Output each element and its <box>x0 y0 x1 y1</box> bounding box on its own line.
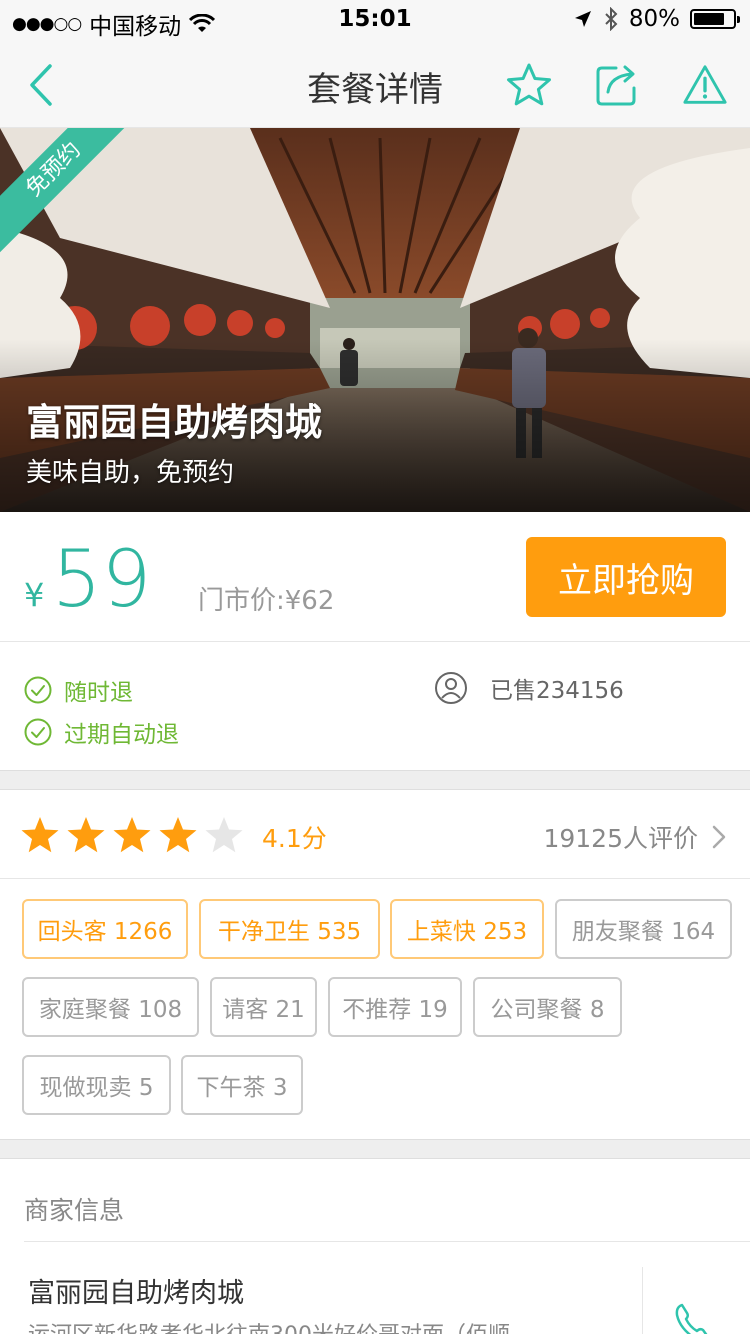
rating-row[interactable]: 4.1分 19125人评价 <box>0 791 750 879</box>
review-count-text: 19125人评价 <box>543 824 698 853</box>
report-button[interactable] <box>682 62 728 108</box>
status-bar: ●●●○○ 中国移动 15:01 80% <box>0 0 750 40</box>
hero-image: 免预约 富丽园自助烤肉城 美味自助，免预约 <box>0 128 750 512</box>
check-circle-icon <box>24 676 52 704</box>
call-button[interactable] <box>670 1301 714 1334</box>
rating-score: 4.1分 <box>262 824 327 853</box>
nav-bar: 套餐详情 <box>0 40 750 128</box>
star-filled-icon <box>21 817 59 853</box>
merchant-address[interactable]: 运河区新华路孝华北往南300米好价哥对面（佰顺 <box>28 1317 618 1334</box>
deal-price: 59 <box>52 535 152 625</box>
star-outline-icon <box>507 63 551 106</box>
deal-title: 富丽园自助烤肉城 <box>26 401 322 444</box>
battery-level <box>694 13 725 25</box>
feature-label: 随时退 <box>64 680 133 706</box>
market-price: 门市价:¥62 <box>198 586 335 616</box>
review-tags: 回头客 1266 干净卫生 535 上菜快 253 朋友聚餐 164 家庭聚餐 … <box>0 880 750 1138</box>
warning-icon <box>683 65 727 104</box>
currency-symbol: ¥ <box>24 576 45 614</box>
phone-icon <box>675 1303 708 1334</box>
merchant-info: 商家信息 富丽园自助烤肉城 运河区新华路孝华北往南300米好价哥对面（佰顺 <box>0 1161 750 1334</box>
review-tag[interactable]: 不推荐 19 <box>328 977 462 1037</box>
review-tag[interactable]: 干净卫生 535 <box>199 899 380 959</box>
price-row: ¥ 59 门市价:¥62 立即抢购 <box>0 512 750 642</box>
deal-subtitle: 美味自助，免预约 <box>26 458 235 488</box>
feature-refund-anytime: 随时退 <box>24 673 133 707</box>
reviews-link[interactable]: 19125人评价 <box>543 819 726 855</box>
divider <box>24 1241 750 1242</box>
section-divider <box>0 1139 750 1159</box>
bluetooth-icon <box>605 7 618 31</box>
merchant-section-title: 商家信息 <box>24 1196 125 1225</box>
user-circle-icon <box>435 672 467 704</box>
review-tag[interactable]: 下午茶 3 <box>181 1055 303 1115</box>
battery-icon <box>690 9 740 29</box>
feature-auto-refund: 过期自动退 <box>24 715 179 749</box>
review-tag[interactable]: 公司聚餐 8 <box>473 977 622 1037</box>
review-tag[interactable]: 上菜快 253 <box>390 899 544 959</box>
deal-features: 随时退 过期自动退 已售234156 <box>0 643 750 770</box>
location-arrow-icon <box>574 11 591 27</box>
buy-now-button[interactable]: 立即抢购 <box>526 537 726 617</box>
star-empty-icon <box>205 817 243 853</box>
review-tag[interactable]: 现做现卖 5 <box>22 1055 171 1115</box>
battery-percent: 80% <box>628 6 680 32</box>
feature-label: 过期自动退 <box>64 722 179 748</box>
star-filled-icon <box>159 817 197 853</box>
section-divider <box>0 770 750 790</box>
review-tag[interactable]: 朋友聚餐 164 <box>555 899 732 959</box>
star-filled-icon <box>67 817 105 853</box>
merchant-name[interactable]: 富丽园自助烤肉城 <box>28 1271 244 1310</box>
star-filled-icon <box>113 817 151 853</box>
review-tag[interactable]: 回头客 1266 <box>22 899 188 959</box>
status-right: 80% <box>573 6 740 32</box>
favorite-button[interactable] <box>506 62 552 108</box>
check-circle-icon <box>24 718 52 746</box>
share-button[interactable] <box>594 62 640 108</box>
sold-count-text: 已售234156 <box>490 678 624 704</box>
chevron-right-icon <box>712 825 726 849</box>
sold-count: 已售234156 <box>434 671 624 705</box>
review-tag[interactable]: 家庭聚餐 108 <box>22 977 199 1037</box>
star-rating <box>20 815 244 855</box>
review-tag[interactable]: 请客 21 <box>210 977 317 1037</box>
divider <box>642 1267 643 1334</box>
share-icon <box>596 65 636 106</box>
